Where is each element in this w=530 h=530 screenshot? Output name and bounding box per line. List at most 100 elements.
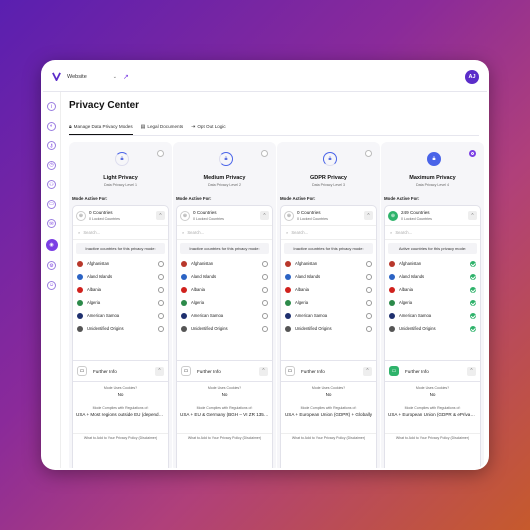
collapse-button[interactable]: ⌃	[155, 366, 164, 376]
privacy-mode-card[interactable]: 🔒︎ Medium Privacy Data Privacy Level 2 M…	[173, 142, 276, 468]
external-link-icon[interactable]: ↗	[123, 73, 129, 81]
country-row[interactable]: American Samoa	[281, 309, 376, 322]
regulations-info: Mode Complies with Regulations of: USA +…	[73, 406, 168, 417]
country-checkbox[interactable]	[470, 273, 476, 280]
country-row[interactable]: Aland Islands	[281, 270, 376, 283]
mode-radio[interactable]	[157, 150, 164, 157]
window-icon[interactable]: ▭	[47, 199, 56, 209]
countries-status-label: Inactive countries for this privacy mode…	[180, 243, 269, 254]
flag-icon	[77, 325, 83, 332]
search-input[interactable]: ⌕ Search...	[177, 226, 272, 240]
country-checkbox[interactable]	[366, 299, 372, 306]
gear-icon[interactable]: ⚙	[47, 261, 56, 270]
country-checkbox[interactable]	[470, 286, 476, 293]
country-checkbox[interactable]	[366, 260, 372, 267]
country-name: Aland Islands	[295, 274, 321, 279]
workspace-select[interactable]: Website ⌄	[67, 74, 117, 80]
country-row[interactable]: Afghanistan	[73, 257, 168, 270]
country-row[interactable]: Albania	[73, 283, 168, 296]
search-input[interactable]: ⌕ Search...	[73, 226, 168, 240]
tab-opt-out-logic[interactable]: ⇥ Opt Out Logic	[191, 122, 226, 135]
country-row[interactable]: Unidentified Origins	[73, 322, 168, 335]
policy-info[interactable]: What to Add to Your Privacy Policy (Disc…	[281, 433, 376, 440]
country-checkbox[interactable]	[158, 325, 164, 332]
collapse-button[interactable]: ⌃	[363, 366, 372, 376]
policy-info[interactable]: What to Add to Your Privacy Policy (Disc…	[177, 433, 272, 440]
country-row[interactable]: Afghanistan	[281, 257, 376, 270]
country-row[interactable]: Aland Islands	[73, 270, 168, 283]
search-input[interactable]: ⌕ Search...	[281, 226, 376, 240]
collapse-button[interactable]: ⌃	[468, 211, 477, 220]
collapse-button[interactable]: ⌃	[156, 211, 165, 220]
country-checkbox[interactable]	[158, 260, 164, 267]
country-row[interactable]: Algeria	[73, 296, 168, 309]
privacy-mode-card[interactable]: 🔒︎ Light Privacy Data Privacy Level 1 Mo…	[69, 142, 172, 468]
country-row[interactable]: Algeria	[281, 296, 376, 309]
policy-info[interactable]: What to Add to Your Privacy Policy (Disc…	[73, 433, 168, 440]
tab-label: Legal Documents	[147, 124, 184, 129]
key-icon[interactable]: ⚷	[47, 141, 56, 150]
collapse-button[interactable]: ⌃	[467, 366, 476, 376]
user-icon[interactable]: ☺	[47, 280, 56, 290]
mode-radio[interactable]	[261, 150, 268, 157]
users-icon[interactable]: ⚇	[47, 180, 56, 189]
country-checkbox[interactable]	[366, 286, 372, 293]
shield-icon[interactable]: ◐	[47, 121, 56, 131]
country-checkbox[interactable]	[470, 325, 476, 332]
country-row[interactable]: Afghanistan	[385, 257, 480, 270]
country-row[interactable]: Algeria	[177, 296, 272, 309]
country-checkbox[interactable]	[262, 260, 268, 267]
folder-icon: ▭	[77, 366, 87, 376]
tab-legal-documents[interactable]: ▤ Legal Documents	[141, 122, 183, 135]
clock-icon[interactable]: ◷	[47, 160, 56, 170]
country-checkbox[interactable]	[366, 325, 372, 332]
further-info-header[interactable]: ▭ Further Info ⌃	[281, 360, 376, 382]
collapse-button[interactable]: ⌃	[260, 211, 269, 220]
country-row[interactable]: Albania	[177, 283, 272, 296]
privacy-mode-card[interactable]: 🔒︎ GDPR Privacy Data Privacy Level 3 Mod…	[277, 142, 380, 468]
country-row[interactable]: Afghanistan	[177, 257, 272, 270]
country-row[interactable]: American Samoa	[385, 309, 480, 322]
tab-manage-modes[interactable]: 🔒︎ Manage Data Privacy Modes	[69, 122, 133, 135]
country-checkbox[interactable]	[262, 312, 268, 319]
mode-radio[interactable]	[469, 150, 476, 157]
country-checkbox[interactable]	[158, 299, 164, 306]
mode-radio[interactable]	[365, 150, 372, 157]
further-info-header[interactable]: ▭ Further Info ⌃	[73, 360, 168, 382]
cookies-value: No	[221, 392, 228, 397]
country-checkbox[interactable]	[470, 312, 476, 319]
country-row[interactable]: Albania	[281, 283, 376, 296]
further-info-header[interactable]: ▭ Further Info ⌃	[385, 360, 480, 382]
country-row[interactable]: American Samoa	[177, 309, 272, 322]
country-checkbox[interactable]	[262, 286, 268, 293]
country-checkbox[interactable]	[470, 299, 476, 306]
privacy-icon[interactable]: ◉	[45, 238, 58, 251]
country-row[interactable]: Unidentified Origins	[385, 322, 480, 335]
privacy-mode-card[interactable]: 🔒︎ Maximum Privacy Data Privacy Level 4 …	[381, 142, 484, 468]
collapse-button[interactable]: ⌃	[364, 211, 373, 220]
avatar[interactable]: AJ	[465, 69, 479, 84]
collapse-button[interactable]: ⌃	[259, 366, 268, 376]
country-checkbox[interactable]	[262, 325, 268, 332]
search-input[interactable]: ⌕ Search...	[385, 226, 480, 240]
country-row[interactable]: Unidentified Origins	[281, 322, 376, 335]
flag-icon	[389, 325, 395, 332]
info-icon[interactable]: i	[47, 102, 56, 111]
country-row[interactable]: American Samoa	[73, 309, 168, 322]
country-row[interactable]: Unidentified Origins	[177, 322, 272, 335]
country-checkbox[interactable]	[262, 299, 268, 306]
mail-icon[interactable]: ✉	[47, 219, 56, 228]
country-row[interactable]: Albania	[385, 283, 480, 296]
country-row[interactable]: Aland Islands	[177, 270, 272, 283]
country-checkbox[interactable]	[366, 273, 372, 280]
policy-info[interactable]: What to Add to Your Privacy Policy (Disc…	[385, 433, 480, 440]
country-checkbox[interactable]	[158, 312, 164, 319]
country-checkbox[interactable]	[366, 312, 372, 319]
country-row[interactable]: Algeria	[385, 296, 480, 309]
country-row[interactable]: Aland Islands	[385, 270, 480, 283]
country-checkbox[interactable]	[262, 273, 268, 280]
country-checkbox[interactable]	[470, 260, 476, 267]
further-info-header[interactable]: ▭ Further Info ⌃	[177, 360, 272, 382]
country-checkbox[interactable]	[158, 286, 164, 293]
country-checkbox[interactable]	[158, 273, 164, 280]
